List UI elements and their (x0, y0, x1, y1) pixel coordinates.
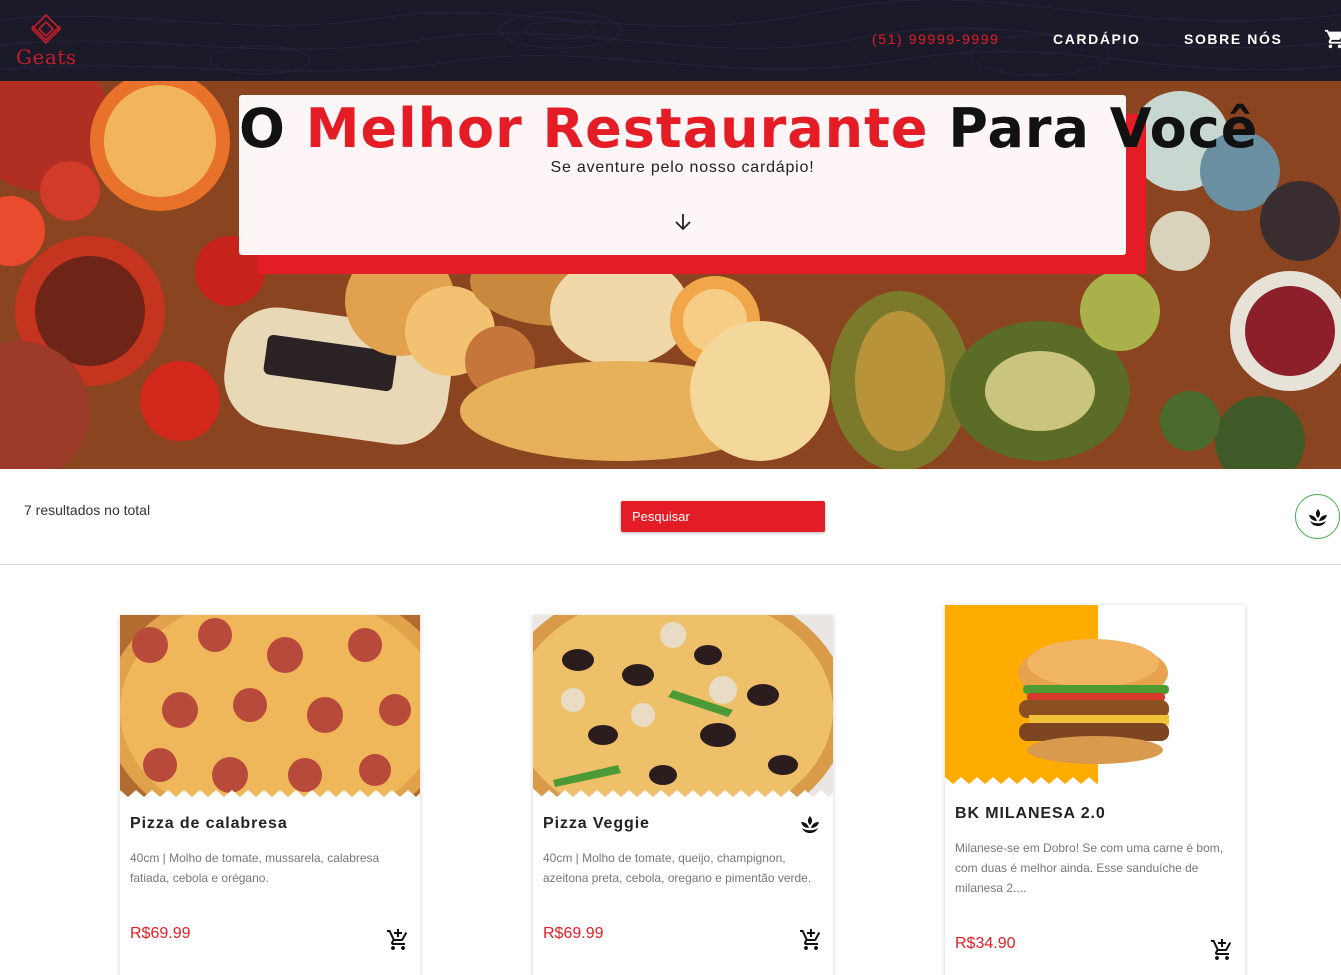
product-card[interactable]: BK MILANESA 2.0 Milanese-se em Dobro! Se… (945, 605, 1245, 975)
filter-bar: 7 resultados no total Pesquisar (0, 469, 1341, 565)
search-button[interactable]: Pesquisar (621, 501, 825, 532)
product-price: R$69.99 (130, 925, 191, 942)
nav-menu-link[interactable]: CARDÁPIO (1053, 31, 1140, 47)
product-price: R$69.99 (543, 925, 604, 942)
product-card[interactable]: Pizza Veggie 40cm | Molho de tomate, que… (533, 615, 833, 975)
product-name: Pizza de calabresa (130, 815, 288, 832)
product-card[interactable]: Pizza de calabresa 40cm | Molho de tomat… (120, 615, 420, 975)
add-to-cart-icon[interactable] (799, 928, 823, 952)
hero-banner: O Melhor Restaurante Para Você Se aventu… (0, 81, 1341, 469)
product-price: R$34.90 (955, 935, 1016, 952)
add-to-cart-icon[interactable] (386, 928, 410, 952)
product-image (945, 605, 1245, 785)
logo-mark-icon (30, 14, 62, 44)
hero-title: O Melhor Restaurante Para Você (239, 97, 1259, 160)
product-image (120, 615, 420, 798)
product-description: 40cm | Molho de tomate, mussarela, calab… (130, 851, 380, 885)
product-description: Milanese-se em Dobro! Se com uma carne é… (955, 841, 1224, 895)
nav-about-link[interactable]: SOBRE NÓS (1184, 31, 1282, 47)
navbar: Geats (51) 99999-9999 CARDÁPIO SOBRE NÓS (0, 0, 1341, 81)
product-name: Pizza Veggie (543, 815, 650, 832)
arrow-down-icon[interactable] (673, 211, 693, 233)
product-image (533, 615, 833, 798)
cart-icon[interactable] (1324, 28, 1341, 50)
nav-phone-link[interactable]: (51) 99999-9999 (872, 31, 1000, 47)
vegetarian-leaf-icon (1309, 509, 1327, 526)
product-description: 40cm | Molho de tomate, queijo, champign… (543, 851, 812, 885)
vegetarian-leaf-icon (801, 816, 819, 833)
logo[interactable]: Geats (14, 14, 78, 69)
product-name: BK MILANESA 2.0 (955, 805, 1106, 822)
vegetarian-filter-button[interactable] (1295, 494, 1340, 539)
hero-subtitle: Se aventure pelo nosso cardápio! (550, 159, 815, 176)
results-count: 7 resultados no total (24, 502, 151, 518)
logo-text: Geats (16, 45, 77, 69)
hero-card: O Melhor Restaurante Para Você Se aventu… (239, 95, 1259, 255)
add-to-cart-icon[interactable] (1210, 938, 1234, 962)
